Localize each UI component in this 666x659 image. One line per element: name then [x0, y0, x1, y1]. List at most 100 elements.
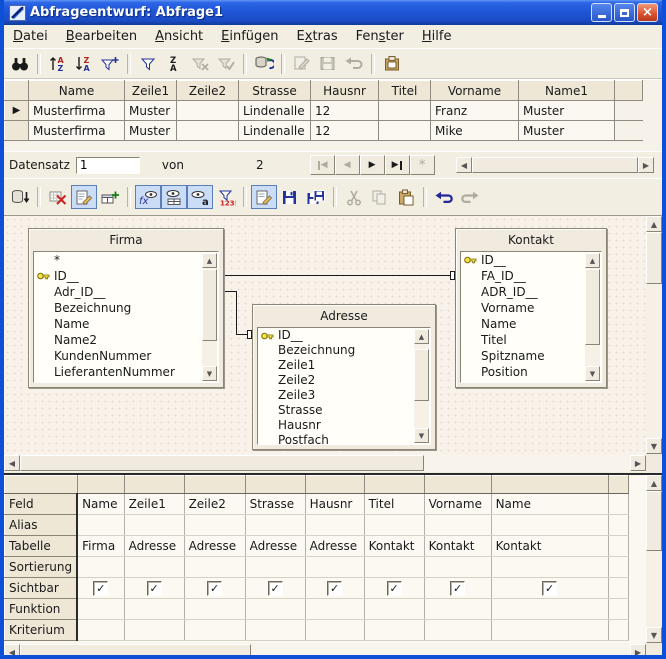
alias-cell[interactable] — [491, 515, 608, 536]
funktion-cell[interactable] — [124, 599, 184, 620]
kriterium-cell[interactable] — [184, 620, 245, 641]
maximize-button[interactable] — [614, 3, 635, 22]
field-row[interactable]: Name — [461, 316, 601, 332]
cell[interactable]: 12 — [311, 101, 379, 121]
funktion-cell[interactable] — [364, 599, 424, 620]
table-name-button[interactable] — [161, 185, 187, 209]
field-row[interactable]: * — [34, 252, 218, 268]
sichtbar-checkbox[interactable]: ✓ — [450, 581, 465, 596]
scroll-down-button[interactable]: ▼ — [646, 438, 662, 454]
edit-button[interactable] — [251, 185, 277, 209]
menu-extras[interactable]: Extras — [288, 27, 347, 46]
feld-cell[interactable]: Name — [491, 494, 608, 515]
alias-cell[interactable] — [245, 515, 305, 536]
scroll-left-button[interactable]: ◀ — [4, 455, 20, 471]
tabelle-cell[interactable] — [608, 536, 628, 557]
row-selector-header[interactable] — [5, 81, 29, 101]
add-table-button[interactable] — [97, 185, 123, 209]
cell[interactable]: Lindenalle — [239, 101, 311, 121]
kriterium-cell[interactable] — [364, 620, 424, 641]
tabelle-cell[interactable]: Kontakt — [364, 536, 424, 557]
cell[interactable]: Franz — [431, 101, 519, 121]
column-header-strasse[interactable]: Strasse — [239, 81, 311, 101]
feld-cell[interactable]: Zeile2 — [184, 494, 245, 515]
query-column-header[interactable] — [184, 476, 245, 494]
field-row[interactable]: Hausnr — [258, 418, 430, 433]
funktion-cell[interactable] — [305, 599, 364, 620]
tabelle-cell[interactable]: Firma — [77, 536, 124, 557]
data-source-button[interactable] — [379, 52, 405, 76]
table-box-firma[interactable]: Firma * ID__ Adr_ID__ Bezeichnung Name N… — [28, 228, 224, 388]
table-scrollbar[interactable]: ▲ ▼ — [202, 253, 217, 381]
field-row[interactable]: Vorname — [461, 300, 601, 316]
query-column-header[interactable] — [424, 476, 491, 494]
field-row[interactable]: Bezeichnung — [258, 343, 430, 358]
kriterium-cell[interactable] — [124, 620, 184, 641]
edit-data-button[interactable] — [289, 52, 315, 76]
field-row[interactable]: Postfach — [258, 433, 430, 445]
kriterium-cell[interactable] — [245, 620, 305, 641]
alias-cell[interactable] — [77, 515, 124, 536]
field-row[interactable]: LieferantenNummer — [34, 364, 218, 380]
cell[interactable]: Musterfirma — [29, 101, 125, 121]
scrollbar-thumb[interactable] — [646, 232, 662, 284]
menu-fenster[interactable]: Fenster — [347, 27, 413, 46]
field-row[interactable]: Adr_ID__ — [34, 284, 218, 300]
last-record-button[interactable]: ▶ — [385, 155, 410, 175]
close-button[interactable]: × — [637, 3, 658, 22]
run-query-button[interactable] — [7, 185, 33, 209]
cell[interactable]: Lindenalle — [239, 121, 311, 141]
redo-button[interactable] — [457, 185, 483, 209]
field-row[interactable]: Titel — [461, 332, 601, 348]
cell[interactable] — [379, 121, 431, 141]
query-grid-vertical-scrollbar[interactable]: ▲ ▼ — [646, 475, 662, 643]
join-line-firma-kontakt[interactable] — [224, 275, 455, 276]
sortierung-cell[interactable] — [124, 557, 184, 578]
sichtbar-cell[interactable]: ✓ — [124, 578, 184, 599]
funktion-cell[interactable] — [245, 599, 305, 620]
sichtbar-cell[interactable] — [608, 578, 628, 599]
sichtbar-cell[interactable]: ✓ — [77, 578, 124, 599]
cell[interactable]: Musterfirma — [29, 121, 125, 141]
cell[interactable]: Mike — [431, 121, 519, 141]
save-button[interactable] — [277, 185, 303, 209]
tabelle-cell[interactable]: Kontakt — [491, 536, 608, 557]
design-view-button[interactable] — [71, 185, 97, 209]
scrollbar-thumb[interactable] — [646, 491, 662, 551]
sichtbar-cell[interactable]: ✓ — [424, 578, 491, 599]
field-row[interactable]: ID__ — [34, 268, 218, 284]
column-header-zeile1[interactable]: Zeile1 — [125, 81, 177, 101]
table-box-adresse[interactable]: Adresse ID__ Bezeichnung Zeile1 Zeile2 Z… — [252, 304, 436, 450]
scroll-right-button[interactable]: ▶ — [630, 455, 646, 471]
paste-button[interactable] — [393, 185, 419, 209]
sichtbar-checkbox[interactable]: ✓ — [327, 581, 342, 596]
previous-record-button[interactable]: ◀ — [335, 155, 360, 175]
undo-button[interactable] — [341, 52, 367, 76]
sichtbar-cell[interactable]: ✓ — [245, 578, 305, 599]
kriterium-cell[interactable] — [77, 620, 124, 641]
alias-cell[interactable] — [364, 515, 424, 536]
query-column-header[interactable] — [305, 476, 364, 494]
field-row[interactable]: Zeile2 — [258, 373, 430, 388]
refresh-data-button[interactable] — [251, 52, 277, 76]
menu-einfuegen[interactable]: Einfügen — [212, 27, 287, 46]
kriterium-cell[interactable] — [491, 620, 608, 641]
table-title[interactable]: Kontakt — [456, 229, 606, 251]
row-selector[interactable] — [5, 121, 29, 141]
alias-cell[interactable] — [424, 515, 491, 536]
find-button[interactable] — [7, 52, 33, 76]
scroll-up-button[interactable]: ▲ — [414, 329, 429, 344]
table-title[interactable]: Adresse — [253, 305, 435, 327]
sort-ascending-button[interactable]: AZ — [45, 52, 71, 76]
record-number-input[interactable] — [76, 157, 140, 174]
cell[interactable] — [177, 101, 239, 121]
scroll-right-button[interactable]: ▶ — [638, 157, 654, 173]
sortierung-cell[interactable] — [184, 557, 245, 578]
funktion-cell[interactable] — [77, 599, 124, 620]
undo-button[interactable] — [431, 185, 457, 209]
scroll-down-button[interactable]: ▼ — [646, 627, 662, 643]
query-column-header[interactable] — [124, 476, 184, 494]
cell[interactable]: Muster — [519, 121, 615, 141]
tabelle-cell[interactable]: Adresse — [305, 536, 364, 557]
copy-button[interactable] — [367, 185, 393, 209]
